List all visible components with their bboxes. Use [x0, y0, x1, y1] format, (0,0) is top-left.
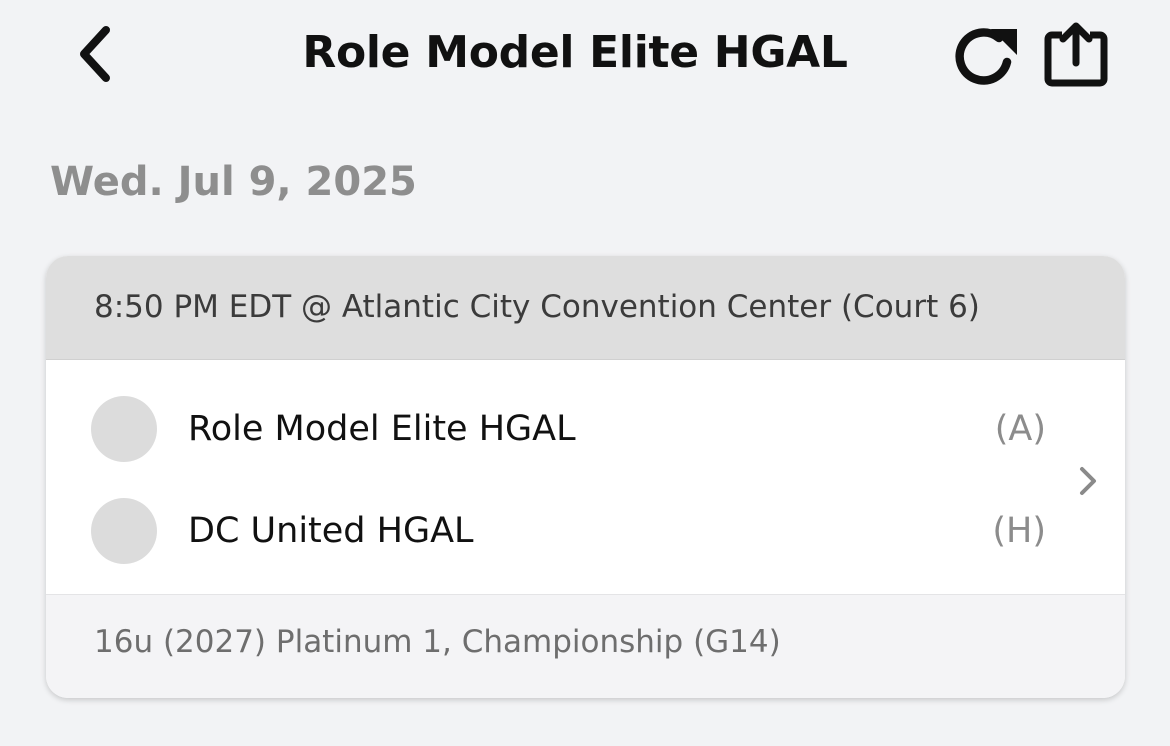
game-card-header: 8:50 PM EDT @ Atlantic City Convention C…: [46, 256, 1125, 360]
chevron-left-icon: [80, 26, 110, 82]
chevron-right-icon: [1080, 467, 1096, 495]
game-time-location: 8:50 PM EDT @ Atlantic City Convention C…: [94, 289, 980, 325]
game-division: 16u (2027) Platinum 1, Championship (G14…: [94, 624, 781, 660]
game-matchup[interactable]: Role Model Elite HGAL (A) DC United HGAL…: [46, 360, 1125, 594]
date-heading: Wed. Jul 9, 2025: [50, 159, 417, 205]
share-button[interactable]: [1036, 14, 1116, 94]
share-icon: [1044, 22, 1108, 87]
page-title: Role Model Elite HGAL: [302, 27, 848, 78]
team-name: Role Model Elite HGAL: [188, 409, 576, 449]
team-avatar: [91, 498, 157, 564]
refresh-icon: [955, 28, 1017, 85]
back-button[interactable]: [60, 14, 132, 94]
team-row: DC United HGAL (H): [46, 496, 1066, 566]
team-designation: (H): [992, 511, 1046, 551]
team-name: DC United HGAL: [188, 511, 474, 551]
team-avatar: [91, 396, 157, 462]
game-card-footer: 16u (2027) Platinum 1, Championship (G14…: [46, 594, 1125, 698]
refresh-button[interactable]: [948, 18, 1028, 94]
game-card: 8:50 PM EDT @ Atlantic City Convention C…: [46, 256, 1125, 698]
team-designation: (A): [994, 409, 1046, 449]
navigation-bar: Role Model Elite HGAL: [0, 0, 1170, 110]
team-row: Role Model Elite HGAL (A): [46, 394, 1066, 464]
